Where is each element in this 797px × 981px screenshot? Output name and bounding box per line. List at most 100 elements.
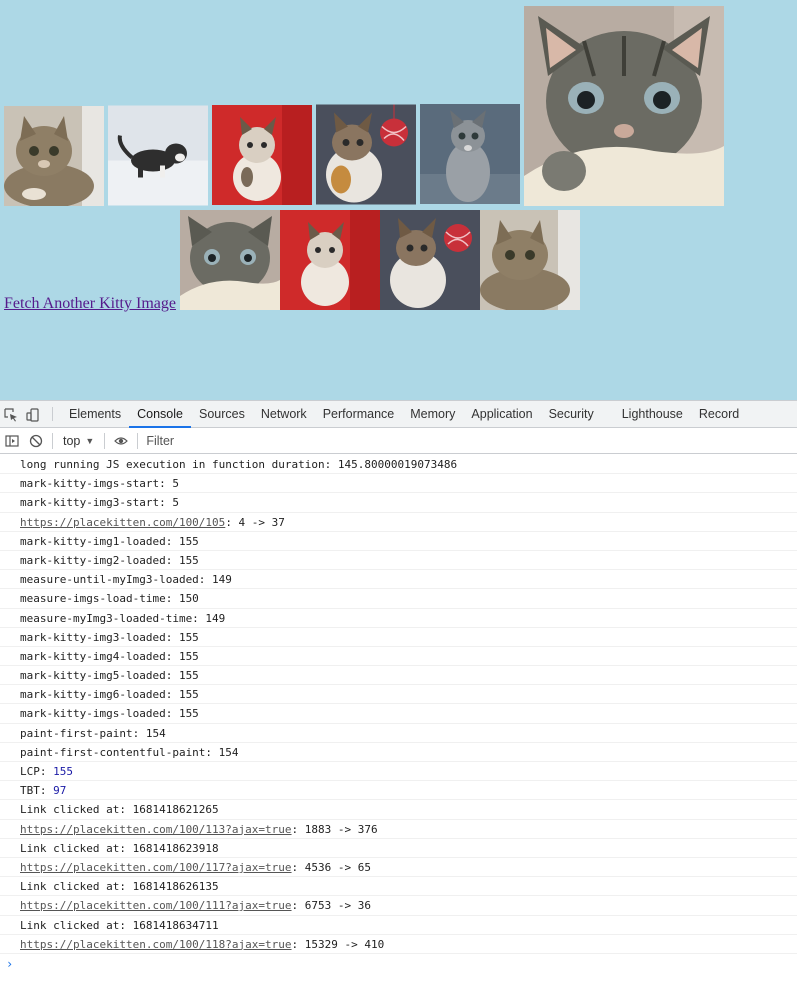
console-number-value: 155: [53, 765, 73, 778]
tab-security[interactable]: Security: [541, 401, 602, 427]
sidebar-toggle-icon[interactable]: [0, 429, 24, 454]
kitten-tabby-lying-image: [4, 106, 104, 206]
device-toolbar-icon[interactable]: [22, 401, 44, 428]
kitten-image-5: [420, 102, 520, 206]
devtools-panel: Elements Console Sources Network Perform…: [0, 400, 797, 981]
clear-console-icon[interactable]: [24, 429, 48, 454]
console-message: mark-kitty-img3-loaded: 155: [0, 628, 797, 647]
console-message: mark-kitty-img3-start: 5: [0, 493, 797, 513]
kitten-image-8: [280, 210, 380, 310]
console-message: measure-imgs-load-time: 150: [0, 589, 797, 609]
console-message: Link clicked at: 1681418623918: [0, 839, 797, 858]
kitten-gray-standing-image: [420, 104, 520, 204]
kitten-image-10: [480, 210, 580, 310]
console-filter-input[interactable]: [142, 431, 797, 451]
kitten-with-yarn-ball-2-image: [380, 210, 480, 310]
toolbar-divider: [52, 433, 53, 449]
console-message: Link clicked at: 1681418621265: [0, 800, 797, 820]
devtools-tab-bar: Elements Console Sources Network Perform…: [0, 401, 797, 428]
kitten-image-6: [524, 6, 724, 206]
tab-console[interactable]: Console: [129, 401, 191, 428]
kitten-image-3: [212, 104, 312, 206]
kitten-large-closeup-image: [524, 6, 724, 206]
kitten-image-9: [380, 210, 480, 310]
console-message: mark-kitty-imgs-start: 5: [0, 474, 797, 494]
tab-bar-divider: [52, 407, 53, 421]
console-message-text: Link clicked at: 1681418621265: [20, 803, 219, 817]
console-message-text: mark-kitty-imgs-start: 5: [20, 477, 179, 491]
console-message: LCP: 155: [0, 762, 797, 782]
tab-elements[interactable]: Elements: [61, 401, 129, 427]
console-message-text: mark-kitty-img2-loaded: 155: [20, 553, 199, 567]
tab-memory[interactable]: Memory: [402, 401, 463, 427]
console-message-text: : 6753 -> 36: [291, 899, 372, 913]
console-number-value: 97: [53, 784, 67, 798]
kitten-image-2: [108, 105, 208, 206]
console-message-label: TBT:: [20, 784, 54, 798]
console-message: mark-kitty-img2-loaded: 155: [0, 551, 797, 571]
console-url-link[interactable]: https://placekitten.com/100/118?ajax=tru…: [20, 938, 292, 951]
console-message: measure-until-myImg3-loaded: 149: [0, 570, 797, 590]
console-message-text: mark-kitty-imgs-loaded: 155: [20, 707, 199, 721]
console-message-text: measure-until-myImg3-loaded: 149: [20, 573, 232, 587]
kitten-image-4: [316, 103, 416, 206]
console-message-text: paint-first-paint: 154: [20, 726, 166, 740]
kitten-in-snow-image: [108, 105, 208, 206]
console-prompt[interactable]: ›: [0, 954, 797, 974]
tab-sources[interactable]: Sources: [191, 401, 253, 427]
tab-network[interactable]: Network: [253, 401, 315, 427]
console-url-link[interactable]: https://placekitten.com/100/113?ajax=tru…: [20, 823, 292, 836]
console-message-text: paint-first-contentful-paint: 154: [20, 745, 239, 759]
console-url-link[interactable]: https://placekitten.com/100/105: [20, 516, 225, 529]
page-viewport: Fetch Another Kitty Image: [0, 0, 797, 400]
console-message-text: mark-kitty-img5-loaded: 155: [20, 669, 199, 683]
kitten-red-background-image: [212, 105, 312, 205]
console-message: https://placekitten.com/100/111?ajax=tru…: [0, 896, 797, 916]
console-message-text: mark-kitty-img3-start: 5: [20, 496, 179, 510]
kitten-image-7: [180, 210, 280, 310]
console-url-link[interactable]: https://placekitten.com/100/111?ajax=tru…: [20, 899, 292, 912]
console-message: long running JS execution in function du…: [0, 455, 797, 475]
console-message-text: mark-kitty-img1-loaded: 155: [20, 534, 199, 548]
console-message-text: Link clicked at: 1681418634711: [20, 918, 219, 932]
console-message-text: mark-kitty-img4-loaded: 155: [20, 649, 199, 663]
tab-lighthouse[interactable]: Lighthouse: [602, 401, 691, 427]
tab-recorder[interactable]: Record: [691, 401, 747, 427]
console-url-link[interactable]: https://placekitten.com/100/117?ajax=tru…: [20, 861, 292, 874]
tab-application[interactable]: Application: [463, 401, 540, 427]
kitten-tabby-lying-2-image: [480, 210, 580, 310]
console-messages: long running JS execution in function du…: [0, 455, 797, 981]
tab-performance[interactable]: Performance: [315, 401, 403, 427]
console-message: mark-kitty-img1-loaded: 155: [0, 532, 797, 551]
toolbar-divider-3: [137, 433, 139, 449]
context-selector-label: top: [63, 434, 81, 448]
kitten-image-1: [4, 106, 104, 206]
console-message-label: LCP:: [20, 765, 54, 778]
console-message-text: long running JS execution in function du…: [20, 458, 458, 471]
console-toolbar: top ▼: [0, 429, 797, 454]
console-message: mark-kitty-imgs-loaded: 155: [0, 704, 797, 724]
console-message: paint-first-contentful-paint: 154: [0, 743, 797, 762]
console-message-text: mark-kitty-img6-loaded: 155: [20, 688, 199, 702]
console-message-text: mark-kitty-img3-loaded: 155: [20, 630, 199, 644]
fetch-kitty-link[interactable]: Fetch Another Kitty Image: [4, 295, 176, 313]
console-message: TBT: 97: [0, 781, 797, 801]
kitten-red-background-2-image: [280, 210, 380, 310]
live-expression-eye-icon[interactable]: [109, 429, 133, 454]
console-message: Link clicked at: 1681418626135: [0, 877, 797, 897]
toolbar-divider-2: [104, 433, 106, 449]
console-message-text: : 1883 -> 376: [291, 822, 378, 836]
kitten-with-yarn-ball-image: [316, 104, 416, 205]
console-message: mark-kitty-img4-loaded: 155: [0, 647, 797, 667]
console-message: measure-myImg3-loaded-time: 149: [0, 609, 797, 628]
console-message: mark-kitty-img6-loaded: 155: [0, 685, 797, 705]
console-message: https://placekitten.com/100/105: 4 -> 37: [0, 513, 797, 532]
inspect-element-icon[interactable]: [0, 401, 22, 428]
console-message-text: Link clicked at: 1681418623918: [20, 841, 219, 855]
console-message-text: Link clicked at: 1681418626135: [20, 880, 219, 894]
console-message-text: measure-myImg3-loaded-time: 149: [20, 611, 226, 625]
console-message-text: measure-imgs-load-time: 150: [20, 592, 199, 606]
console-message: https://placekitten.com/100/118?ajax=tru…: [0, 935, 797, 954]
context-selector[interactable]: top ▼: [57, 434, 100, 448]
console-message: https://placekitten.com/100/113?ajax=tru…: [0, 820, 797, 839]
